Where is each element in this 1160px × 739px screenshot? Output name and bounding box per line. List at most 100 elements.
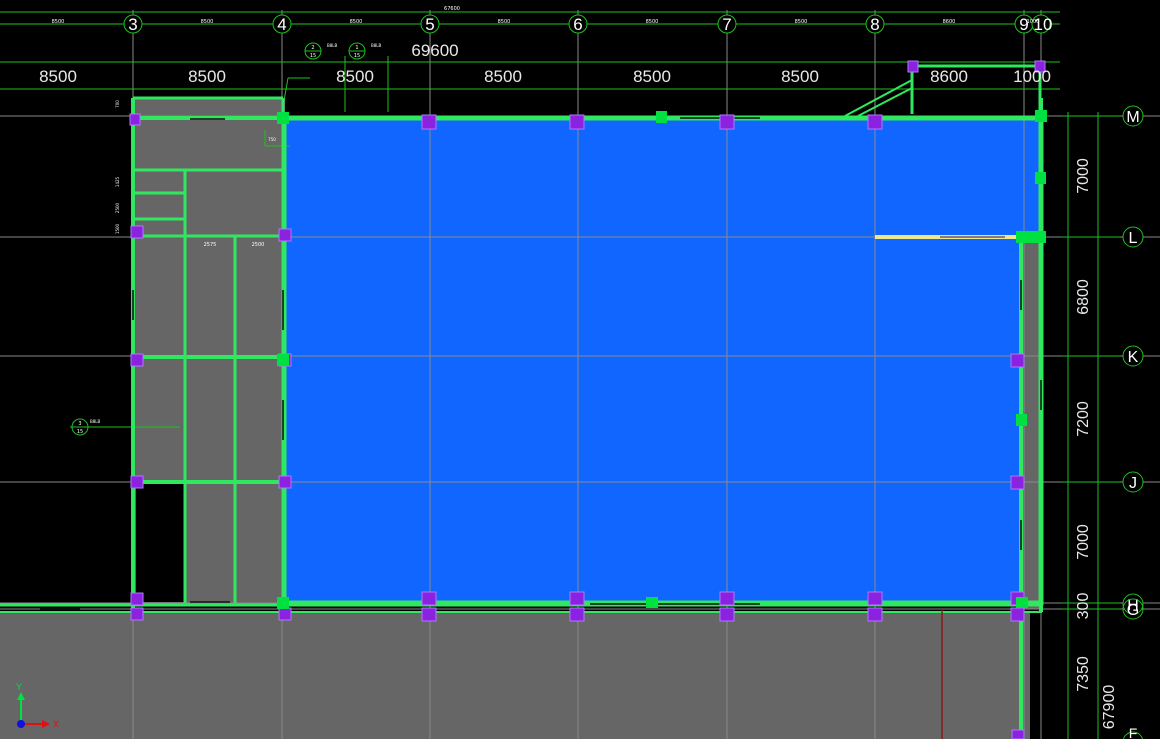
grid-bubble-L: L (1122, 226, 1144, 248)
svg-text:15: 15 (354, 53, 360, 59)
column (867, 591, 883, 606)
grid-bubble-6: 6 (568, 14, 588, 34)
svg-text:7350: 7350 (1075, 656, 1092, 692)
svg-text:8500: 8500 (201, 19, 214, 25)
yellow-beam-L (875, 235, 1021, 239)
column (130, 607, 144, 621)
svg-text:8500: 8500 (52, 19, 65, 25)
column (129, 113, 141, 126)
svg-text:3: 3 (78, 421, 81, 427)
grid-bubble-K: K (1122, 345, 1144, 367)
svg-text:750: 750 (268, 137, 276, 142)
svg-text:8500: 8500 (188, 67, 226, 86)
svg-text:G: G (1127, 602, 1139, 619)
svg-text:J: J (1129, 475, 1137, 492)
top-total-large: 69600 (411, 41, 458, 60)
column (719, 114, 735, 130)
svg-text:8500: 8500 (350, 19, 363, 25)
svg-text:2575: 2575 (204, 242, 217, 248)
column (907, 60, 919, 73)
column (867, 114, 883, 130)
column (569, 114, 585, 130)
svg-text:8600: 8600 (943, 19, 956, 25)
section-marker[interactable]: 1 15 B8LB (348, 42, 382, 60)
svg-text:K: K (1128, 349, 1139, 366)
svg-text:7: 7 (722, 15, 731, 34)
section-marker[interactable]: 2 15 B8LB (304, 42, 338, 60)
svg-text:7000: 7000 (1075, 158, 1092, 194)
column (719, 591, 735, 606)
svg-text:7000: 7000 (1075, 524, 1092, 560)
svg-text:2: 2 (311, 45, 314, 51)
svg-text:3: 3 (128, 15, 137, 34)
main-slab-area[interactable] (286, 120, 1040, 602)
left-wing-void (136, 484, 184, 602)
column (130, 225, 144, 239)
svg-text:6800: 6800 (1075, 279, 1092, 315)
svg-text:M: M (1126, 109, 1139, 126)
svg-text:8500: 8500 (336, 67, 374, 86)
grid-bubble-J: J (1122, 471, 1144, 493)
grid-bubble-5: 5 (420, 14, 440, 34)
top-total-small: 67600 (444, 6, 460, 12)
svg-text:B8LB: B8LB (327, 43, 338, 48)
column (867, 607, 883, 622)
right-dimensions: 7000 6800 7200 7000 300 7350 67900 (1075, 158, 1118, 729)
grid-bubble-3: 3 (123, 14, 143, 34)
svg-text:5: 5 (425, 15, 434, 34)
column (1010, 353, 1025, 368)
svg-text:2500: 2500 (252, 242, 265, 248)
column (1010, 475, 1025, 490)
svg-text:8500: 8500 (633, 67, 671, 86)
svg-text:15: 15 (310, 53, 316, 59)
svg-text:B8LB: B8LB (90, 419, 101, 424)
svg-text:8500: 8500 (795, 19, 808, 25)
column (278, 607, 292, 621)
svg-text:F: F (1129, 725, 1138, 739)
column (569, 607, 585, 622)
grid-bubble-F: F (1122, 725, 1144, 739)
svg-text:7200: 7200 (1075, 401, 1092, 437)
column (421, 114, 437, 130)
svg-text:2500: 2500 (115, 202, 120, 213)
svg-text:8500: 8500 (39, 67, 77, 86)
column (130, 475, 144, 489)
svg-text:B8LB: B8LB (371, 43, 382, 48)
svg-text:1500: 1500 (115, 223, 120, 234)
column (278, 475, 292, 489)
svg-text:1425: 1425 (115, 176, 120, 187)
grid-bubble-M: M (1122, 105, 1144, 127)
svg-text:6: 6 (573, 15, 582, 34)
svg-text:8500: 8500 (781, 67, 819, 86)
grid-bubble-8: 8 (865, 14, 885, 34)
column (1010, 607, 1025, 622)
svg-text:1000: 1000 (1027, 19, 1040, 25)
axis-x-label: X (53, 719, 59, 729)
column (130, 353, 144, 367)
row-grid-bubbles: M L K J H G F (1122, 105, 1144, 739)
column (278, 228, 292, 242)
svg-text:700: 700 (115, 100, 120, 108)
svg-text:8500: 8500 (646, 19, 659, 25)
svg-text:8: 8 (870, 15, 879, 34)
grid-bubble-7: 7 (717, 14, 737, 34)
column (569, 591, 585, 606)
column (130, 592, 144, 606)
svg-text:300: 300 (1075, 593, 1092, 620)
right-total: 67900 (1101, 685, 1118, 730)
svg-text:4: 4 (277, 15, 286, 34)
svg-text:L: L (1129, 230, 1138, 247)
top-large-dimensions: 69600 8500 8500 8500 8500 8500 8500 8600… (39, 41, 1051, 86)
axis-y-label: Y (16, 682, 22, 692)
column (421, 607, 437, 622)
column (1011, 729, 1025, 739)
svg-text:15: 15 (77, 429, 83, 435)
svg-text:8600: 8600 (930, 67, 968, 86)
svg-text:8500: 8500 (484, 67, 522, 86)
structural-plan-canvas[interactable]: 3 4 5 6 7 8 9 10 M L K J H G F 67600 850… (0, 0, 1160, 739)
column (421, 591, 437, 606)
svg-text:1: 1 (355, 45, 358, 51)
top-small-dimensions: 67600 8500 8500 8500 8500 8500 8500 8600… (52, 6, 1040, 25)
svg-text:1000: 1000 (1013, 67, 1051, 86)
grid-bubble-4: 4 (272, 14, 292, 34)
